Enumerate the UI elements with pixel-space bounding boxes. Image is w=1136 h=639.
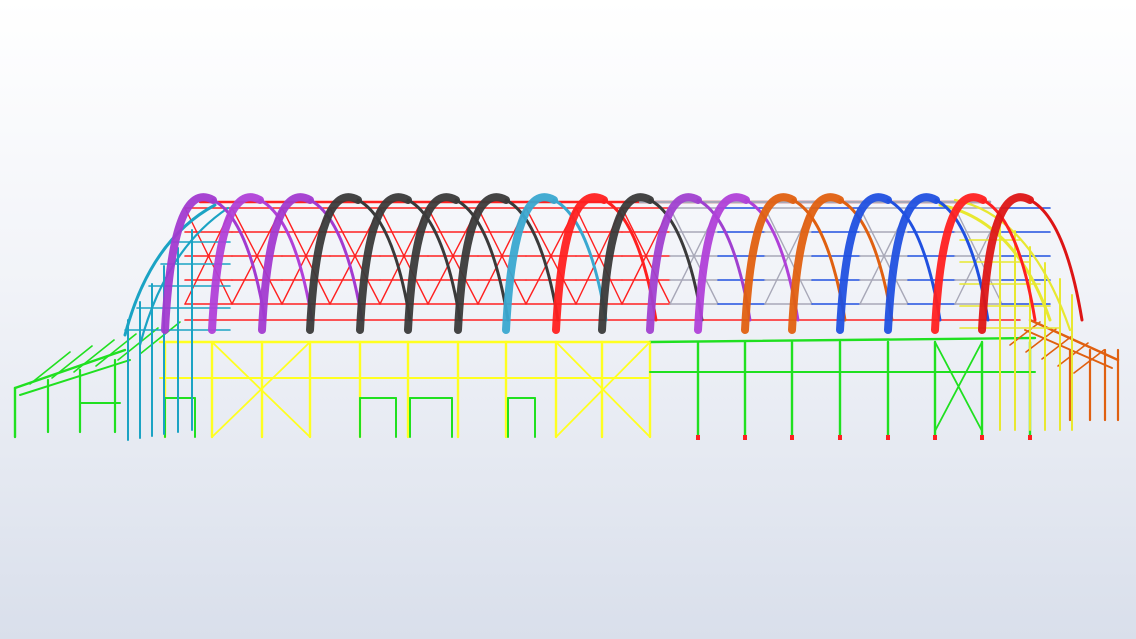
left-annex: [13, 321, 181, 439]
3d-model-viewport[interactable]: [0, 0, 1136, 639]
column-base: [933, 435, 937, 440]
column-base: [1028, 435, 1032, 440]
annex-rafter[interactable]: [19, 359, 131, 396]
column-base: [980, 435, 984, 440]
structural-model-canvas[interactable]: [0, 0, 1136, 639]
column-base: [696, 435, 700, 440]
right-gable-arch-outer[interactable]: [953, 198, 1072, 332]
wall-frame-layer: [158, 336, 1037, 439]
annex-rafter[interactable]: [1024, 329, 1113, 369]
column-bases: [696, 435, 1032, 440]
column-base: [886, 435, 890, 440]
column-base: [790, 435, 794, 440]
column-base: [743, 435, 747, 440]
column-base: [838, 435, 842, 440]
right-annex: [1009, 318, 1120, 422]
front-eave-east[interactable]: [648, 336, 1037, 344]
